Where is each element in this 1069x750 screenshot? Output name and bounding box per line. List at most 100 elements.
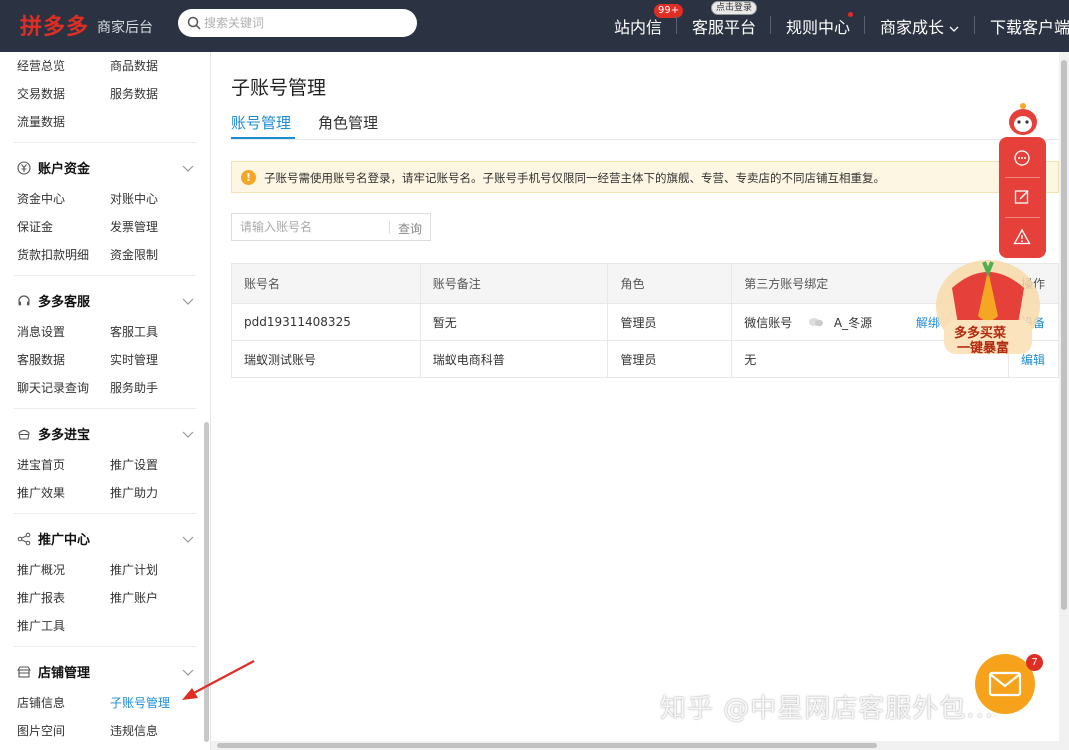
sidebar-item-trade-data[interactable]: 交易数据 [17,85,65,102]
sidebar-item-deposit[interactable]: 保证金 [17,218,53,235]
sidebar-item-promo-settings[interactable]: 推广设置 [110,456,158,473]
sidebar-item-image-space[interactable]: 图片空间 [17,722,65,739]
sidebar-item-invoice[interactable]: 发票管理 [110,218,158,235]
rules-dot [848,12,853,17]
headset-icon [18,295,30,306]
sidebar-item-product-data[interactable]: 商品数据 [110,57,158,74]
scroll-thumb[interactable] [217,743,877,748]
nav-customer-service[interactable]: 客服平台 [692,14,756,38]
query-button[interactable]: 查询 [398,220,422,237]
chevron-down-icon[interactable] [182,533,194,545]
sidebar-item-reconciliation[interactable]: 对账中心 [110,190,158,207]
edit-icon[interactable] [1013,188,1031,206]
sidebar-item-promo-overview[interactable]: 推广概况 [17,561,65,578]
chevron-down-icon[interactable] [182,428,194,440]
tab-role-management[interactable]: 角色管理 [318,112,378,133]
toolbar-divider [1005,217,1040,218]
annotation-arrow-icon [182,660,255,700]
sidebar-item-cs-data[interactable]: 客服数据 [17,351,65,368]
search-icon [187,16,201,30]
sidebar-item-message-settings[interactable]: 消息设置 [17,323,65,340]
yen-icon [17,161,31,175]
chat-icon[interactable] [1013,149,1031,167]
sidebar-item-violations[interactable]: 违规信息 [110,722,158,739]
toolbar-divider [1005,177,1040,178]
mail-badge: 7 [1026,654,1043,671]
sidebar-section-jinbao[interactable]: 多多进宝 [17,424,90,443]
brand-logo[interactable]: 拼多多 [20,9,89,41]
cell-role: 管理员 [607,303,733,341]
nav-divider [770,16,771,34]
sidebar: 经营总览 商品数据 交易数据 服务数据 流量数据 账户资金 资金中心 对账中心 … [0,52,211,750]
nav-growth[interactable]: 商家成长 [880,14,959,38]
sidebar-item-overview[interactable]: 经营总览 [17,57,65,74]
sidebar-divider [14,408,196,409]
top-bar: 拼多多 商家后台 站内信 99+ 客服平台 点击登录 规则中心 商家成长 下载客… [0,0,1069,52]
share-icon [17,532,31,546]
sidebar-divider [14,275,196,276]
sidebar-item-chat-history[interactable]: 聊天记录查询 [17,379,89,396]
sidebar-item-promo-account[interactable]: 推广账户 [110,589,158,606]
nav-divider [676,16,677,34]
input-divider [389,221,390,234]
cell-account: pdd19311408325 [231,303,421,341]
account-search: 查询 [231,213,431,241]
login-hint-badge[interactable]: 点击登录 [711,1,758,15]
tab-account-management[interactable]: 账号管理 [231,112,291,133]
sidebar-divider [14,142,196,143]
sidebar-divider [14,646,196,647]
sidebar-item-traffic-data[interactable]: 流量数据 [17,113,65,130]
sidebar-section-promo-center[interactable]: 推广中心 [17,529,90,548]
brand-subtitle: 商家后台 [97,20,153,36]
sidebar-item-sub-accounts[interactable]: 子账号管理 [110,694,170,711]
account-name-input[interactable] [240,219,380,235]
global-search[interactable] [178,9,417,37]
page-horizontal-scrollbar[interactable] [211,741,1059,750]
tab-baseline [231,139,1059,140]
sidebar-item-promo-report[interactable]: 推广报表 [17,589,65,606]
sidebar-section-store[interactable]: 店铺管理 [17,662,90,681]
messages-badge: 99+ [654,4,684,18]
chevron-down-icon [949,26,959,32]
sidebar-item-promo-plan[interactable]: 推广计划 [110,561,158,578]
cell-remark: 暂无 [419,303,609,341]
sidebar-section-customer-service[interactable]: 多多客服 [17,291,90,310]
cell-role: 管理员 [607,340,733,378]
sidebar-section-funds[interactable]: 账户资金 [17,158,90,177]
sidebar-item-store-info[interactable]: 店铺信息 [17,694,65,711]
nav-divider [864,16,865,34]
promo-line-2[interactable]: 一键暴富 [957,337,1009,356]
sidebar-item-promo-effect[interactable]: 推广效果 [17,484,65,501]
search-input[interactable] [204,14,404,32]
sidebar-item-deductions[interactable]: 货款扣款明细 [17,246,89,263]
active-tab-indicator [231,137,295,139]
warning-triangle-icon[interactable] [1013,228,1031,246]
nav-divider [974,16,975,34]
nav-growth-label: 商家成长 [880,18,945,37]
col-header-account: 账号名 [231,263,421,304]
nav-download-client[interactable]: 下载客户端 [990,14,1069,38]
scroll-thumb[interactable] [1061,60,1067,610]
sidebar-item-realtime[interactable]: 实时管理 [110,351,158,368]
sidebar-item-fund-limits[interactable]: 资金限制 [110,246,158,263]
page-vertical-scrollbar[interactable] [1059,52,1069,750]
watermark: 知乎 @中星网店客服外包... [660,694,995,724]
page-title: 子账号管理 [231,77,327,99]
section-title: 账户资金 [38,162,91,177]
nav-messages[interactable]: 站内信 [614,14,662,38]
chevron-down-icon[interactable] [182,162,194,174]
section-title: 推广中心 [38,533,91,548]
chevron-down-icon[interactable] [182,295,194,307]
sidebar-item-promo-boost[interactable]: 推广助力 [110,484,158,501]
sidebar-item-cs-tools[interactable]: 客服工具 [110,323,158,340]
sidebar-item-service-data[interactable]: 服务数据 [110,85,158,102]
section-title: 店铺管理 [38,666,91,681]
sidebar-divider [14,513,196,514]
cell-remark: 瑞蚁电商科普 [419,340,609,378]
sidebar-item-promo-tools[interactable]: 推广工具 [17,617,65,634]
sidebar-item-fund-center[interactable]: 资金中心 [17,190,65,207]
sidebar-item-service-assistant[interactable]: 服务助手 [110,379,158,396]
nav-rules[interactable]: 规则中心 [786,14,850,38]
sidebar-item-jinbao-home[interactable]: 进宝首页 [17,456,65,473]
mascot-icon[interactable] [1006,102,1040,138]
